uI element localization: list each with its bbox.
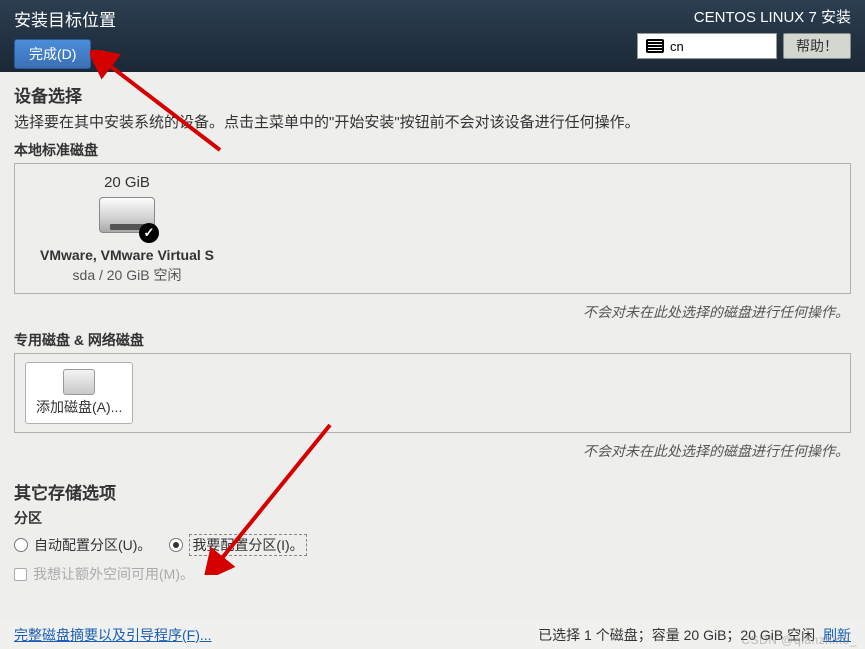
other-storage-title: 其它存储选项 [14, 479, 851, 504]
special-disks-note: 不会对未在此处选择的磁盘进行任何操作。 [14, 435, 851, 469]
extra-space-label: 我想让额外空间可用(M)。 [33, 564, 194, 584]
local-disks-label: 本地标准磁盘 [14, 140, 851, 160]
add-disk-button[interactable]: 添加磁盘(A)... [25, 362, 133, 424]
disk-name: VMware, VMware Virtual S [27, 247, 227, 263]
done-button[interactable]: 完成(D) [14, 39, 91, 69]
partition-label: 分区 [14, 508, 851, 528]
radio-icon [169, 538, 183, 552]
disk-selected-check-icon [139, 223, 159, 243]
footer-bar: 完整磁盘摘要以及引导程序(F)... 已选择 1 个磁盘；容量 20 GiB；2… [0, 619, 865, 649]
extra-space-checkbox[interactable]: 我想让额外空间可用(M)。 [14, 564, 851, 584]
disk-item[interactable]: 20 GiB VMware, VMware Virtual S sda / 20… [27, 174, 227, 285]
disk-size: 20 GiB [27, 174, 227, 191]
add-disk-label: 添加磁盘(A)... [36, 397, 122, 417]
help-button[interactable]: 帮助！ [783, 33, 851, 59]
product-label: CENTOS LINUX 7 安装 [694, 6, 851, 27]
selection-status: 已选择 1 个磁盘；容量 20 GiB；20 GiB 空闲 [538, 627, 815, 643]
keyboard-icon [646, 39, 664, 53]
manual-partition-label: 我要配置分区(I)。 [189, 534, 306, 556]
footer-status-group: 已选择 1 个磁盘；容量 20 GiB；20 GiB 空闲 刷新 [538, 625, 851, 645]
keyboard-layout-label: cn [670, 39, 684, 54]
local-disks-panel: 20 GiB VMware, VMware Virtual S sda / 20… [14, 163, 851, 294]
add-disk-icon [63, 369, 95, 395]
harddisk-icon [99, 197, 155, 241]
special-disks-label: 专用磁盘 & 网络磁盘 [14, 330, 851, 350]
page-title: 安装目标位置 [14, 6, 116, 31]
checkbox-icon [14, 568, 27, 581]
manual-partition-radio[interactable]: 我要配置分区(I)。 [169, 534, 306, 556]
keyboard-indicator[interactable]: cn [637, 33, 777, 59]
auto-partition-radio[interactable]: 自动配置分区(U)。 [14, 535, 151, 555]
local-disks-note: 不会对未在此处选择的磁盘进行任何操作。 [14, 296, 851, 330]
disk-summary-link[interactable]: 完整磁盘摘要以及引导程序(F)... [14, 625, 212, 645]
device-selection-desc: 选择要在其中安装系统的设备。点击主菜单中的"开始安装"按钮前不会对该设备进行任何… [14, 111, 851, 132]
radio-icon [14, 538, 28, 552]
disk-info: sda / 20 GiB 空闲 [27, 265, 227, 285]
special-disks-panel: 添加磁盘(A)... [14, 353, 851, 433]
refresh-link[interactable]: 刷新 [823, 627, 851, 643]
device-selection-title: 设备选择 [14, 82, 851, 107]
auto-partition-label: 自动配置分区(U)。 [34, 535, 151, 555]
